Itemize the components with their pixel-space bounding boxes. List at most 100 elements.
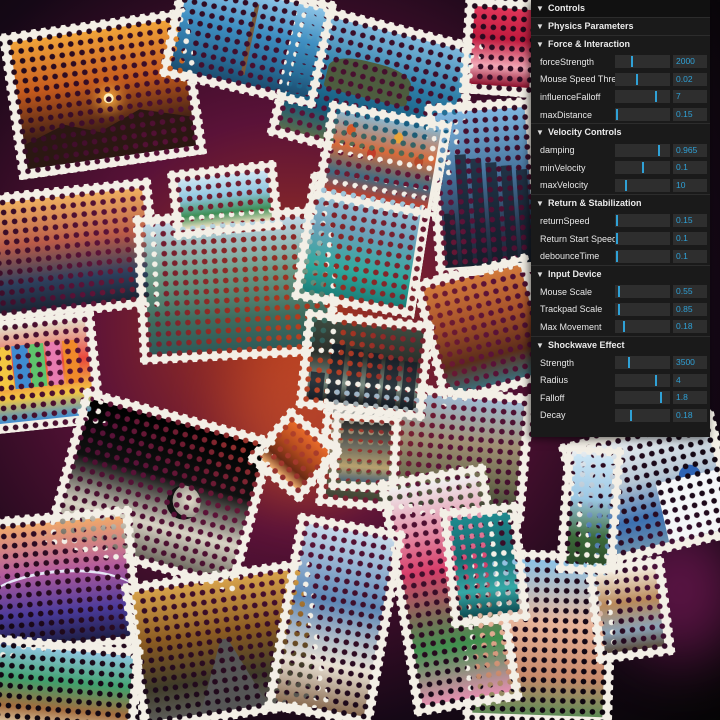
signpost-icon [240, 3, 260, 76]
folder-header[interactable]: ▼ Velocity Controls [531, 123, 710, 141]
control-value-input[interactable]: 0.85 [673, 302, 707, 316]
control-value-input[interactable]: 0.15 [673, 214, 707, 228]
control-slider[interactable] [615, 178, 670, 192]
slider-knob[interactable] [636, 73, 638, 85]
control-slider[interactable] [615, 356, 670, 370]
slider-knob[interactable] [616, 215, 618, 227]
slider-knob[interactable] [616, 233, 618, 245]
slider-knob[interactable] [623, 321, 625, 333]
folder-title: Return & Stabilization [548, 198, 642, 209]
control-value-input[interactable]: 0.02 [673, 72, 707, 86]
photo-stamp[interactable] [166, 159, 284, 241]
control-value-input[interactable]: 10 [673, 178, 707, 192]
slider-knob[interactable] [616, 109, 618, 121]
control-value-input[interactable]: 0.55 [673, 285, 707, 299]
control-row: influenceFalloff 7 [531, 88, 710, 106]
control-value-input[interactable]: 0.18 [673, 320, 707, 334]
control-slider[interactable] [615, 373, 670, 387]
slider-knob[interactable] [630, 409, 632, 421]
control-value-input[interactable]: 0.18 [673, 408, 707, 422]
control-value-input[interactable]: 0.965 [673, 143, 707, 157]
slider-knob[interactable] [628, 357, 630, 369]
control-value-input[interactable]: 1.8 [673, 391, 707, 405]
control-label: Radius [540, 375, 569, 386]
control-value-input[interactable]: 4 [673, 373, 707, 387]
control-slider[interactable] [615, 143, 670, 157]
control-slider[interactable] [615, 214, 670, 228]
photo-tropical-hut [0, 644, 134, 720]
photo-stamp[interactable] [438, 501, 532, 629]
control-row: maxDistance 0.15 [531, 106, 710, 124]
control-value-input[interactable]: 2000 [673, 55, 707, 69]
control-slider[interactable] [615, 249, 670, 263]
control-label: Falloff [540, 392, 565, 403]
control-slider[interactable] [615, 320, 670, 334]
chevron-down-icon: ▼ [536, 40, 544, 49]
slider-knob[interactable] [642, 162, 644, 174]
slider-knob[interactable] [616, 250, 618, 262]
folder-title: Input Device [548, 268, 602, 279]
slider-knob[interactable] [658, 144, 660, 156]
photo-stamp[interactable] [0, 633, 145, 720]
photo-stamp[interactable] [555, 443, 625, 577]
control-slider[interactable] [615, 302, 670, 316]
control-slider[interactable] [615, 408, 670, 422]
control-value-input[interactable]: 7 [673, 90, 707, 104]
control-value-input[interactable]: 0.1 [673, 232, 707, 246]
control-label: forceStrength [540, 56, 595, 67]
control-slider[interactable] [615, 55, 670, 69]
control-label: maxVelocity [540, 180, 589, 191]
chevron-down-icon: ▼ [536, 4, 544, 13]
chevron-down-icon: ▼ [536, 128, 544, 138]
control-label: returnSpeed [540, 215, 590, 226]
moon-icon [162, 481, 205, 524]
control-label: damping [540, 145, 575, 156]
control-slider[interactable] [615, 391, 670, 405]
photo-stamp[interactable] [295, 308, 435, 422]
chevron-down-icon: ▼ [536, 22, 544, 31]
control-label: maxDistance [540, 109, 593, 120]
control-row: Strength 3500 [531, 354, 710, 372]
photo-venice-canal [0, 187, 154, 315]
controls-header[interactable]: ▼ Controls [531, 0, 710, 17]
tower-silhouette [308, 371, 325, 401]
beach-hut [61, 339, 82, 384]
control-value-input[interactable]: 0.1 [673, 161, 707, 175]
slider-knob[interactable] [655, 91, 657, 103]
folder-header[interactable]: ▼ Force & Interaction [531, 35, 710, 53]
folder-header[interactable]: ▼ Return & Stabilization [531, 194, 710, 212]
photo-red-gift [469, 6, 535, 88]
slider-knob[interactable] [618, 286, 620, 298]
bridge-arc [0, 562, 133, 648]
slider-knob[interactable] [625, 179, 627, 191]
controls-title: Controls [548, 3, 585, 13]
balloon-icon [345, 123, 357, 136]
slider-knob[interactable] [618, 303, 620, 315]
control-slider[interactable] [615, 285, 670, 299]
slider-knob[interactable] [655, 374, 657, 386]
control-label: Return Start Speed [540, 233, 615, 244]
control-value-input[interactable]: 3500 [673, 356, 707, 370]
photo-stamp[interactable] [312, 99, 453, 221]
control-label: Strength [540, 357, 575, 368]
photo-stamp[interactable] [584, 555, 676, 665]
control-value-input[interactable]: 0.15 [673, 108, 707, 122]
slider-knob[interactable] [631, 56, 633, 68]
control-label: minVelocity [540, 162, 586, 173]
control-row: Trackpad Scale 0.85 [531, 301, 710, 319]
physics-parameters-header[interactable]: ▼ Physics Parameters [531, 17, 710, 35]
control-slider[interactable] [615, 108, 670, 122]
control-row: Return Start Speed 0.1 [531, 230, 710, 248]
control-slider[interactable] [615, 90, 670, 104]
folder-header[interactable]: ▼ Input Device [531, 264, 710, 283]
folder-header[interactable]: ▼ Shockwave Effect [531, 335, 710, 354]
photo-stamp[interactable] [263, 511, 407, 720]
control-slider[interactable] [615, 72, 670, 86]
control-slider[interactable] [615, 161, 670, 175]
balloon-icon [413, 155, 425, 169]
control-value-input[interactable]: 0.1 [673, 249, 707, 263]
folder-title: Force & Interaction [548, 39, 631, 49]
control-slider[interactable] [615, 232, 670, 246]
folder-list: ▼ Force & Interaction forceStrength 2000 Mou… [531, 35, 710, 424]
slider-knob[interactable] [660, 392, 662, 404]
